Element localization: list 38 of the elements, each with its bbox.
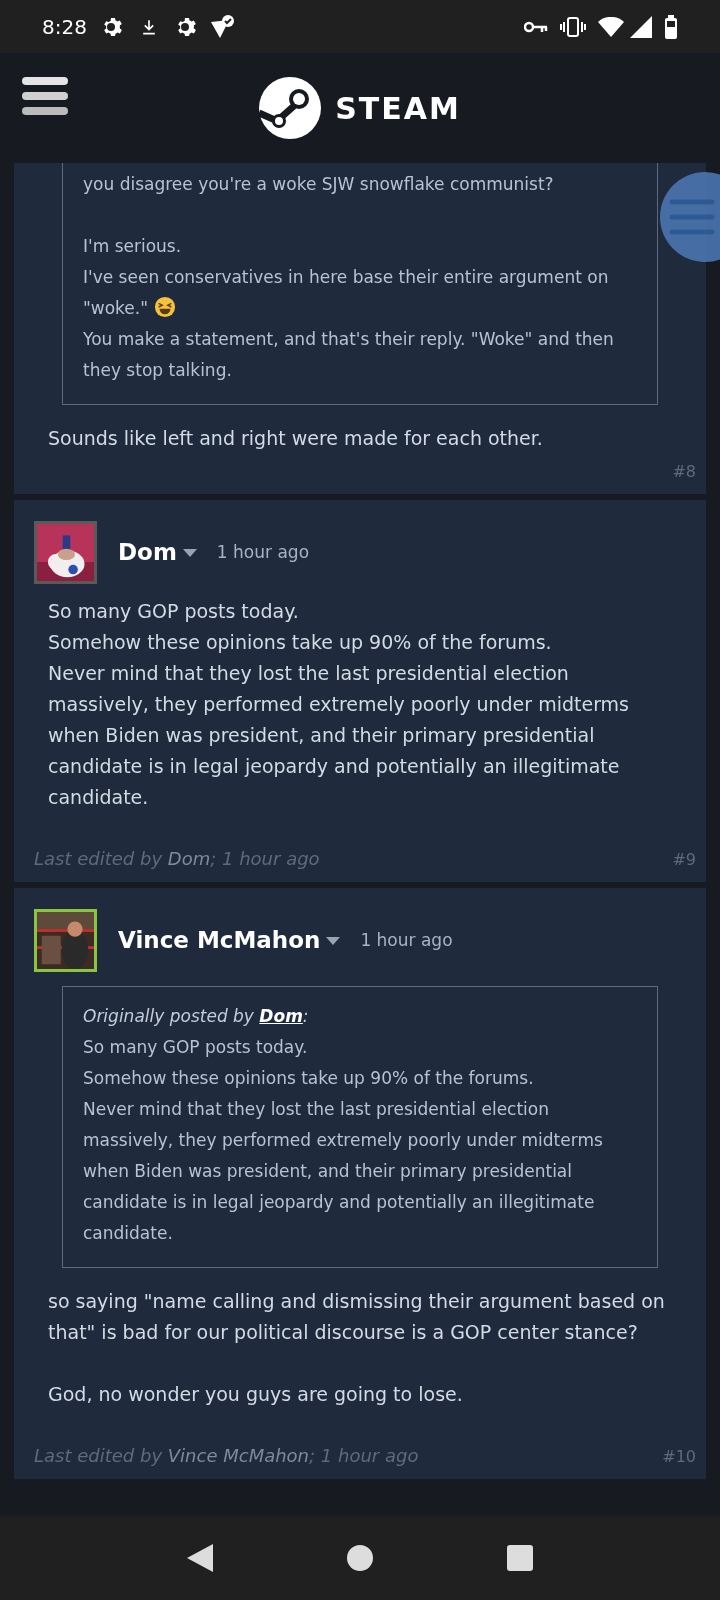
steam-icon <box>259 77 322 139</box>
quote-text: I've seen conservatives in here base their entire argument on "woke." <box>83 266 610 320</box>
edit-note: Last edited by Dom; 1 hour ago <box>34 847 320 871</box>
quote-text: I'm serious. <box>83 235 183 258</box>
quote-text: Never mind that they lost the last presidential election massively, they performed extremely poorly under midterms when Biden was president, and their primary presidential candidate is in legal jeopardy and potentially an illegitimate candidate. <box>83 1098 604 1245</box>
quote-text: you disagree you're a woke SJW snowflake communist? <box>83 173 555 196</box>
post-text: so saying "name calling and dismissing their argument based on that" is bad for our political discourse is a GOP center stance? <box>48 1289 666 1345</box>
author-name[interactable]: Dom <box>118 535 177 570</box>
signal-icon <box>630 15 652 38</box>
post-number[interactable]: #9 <box>672 848 696 872</box>
quote-text: You make a statement, and that's their reply. "Woke" and then they stop talking. <box>83 328 615 382</box>
back-icon[interactable] <box>187 1544 213 1572</box>
post-number[interactable]: #10 <box>662 1445 696 1469</box>
vibrate-icon <box>560 16 586 37</box>
post-text: Never mind that they lost the last presidential election massively, they performed extremely poorly under midterms when Biden was president, and their primary presidential candidate is in legal jeopardy and potentially an illegitimate candidate. <box>48 661 630 810</box>
wifi-icon <box>598 16 624 37</box>
author-name[interactable]: Vince McMahon <box>118 923 321 958</box>
post-text: God, no wonder you guys are going to lose. <box>48 1382 464 1407</box>
home-icon[interactable] <box>347 1545 373 1571</box>
edit-note: Last edited by Vince McMahon; 1 hour ago <box>34 1444 419 1468</box>
logo-text: STEAM <box>335 89 461 128</box>
post-number[interactable]: #8 <box>672 460 696 484</box>
floating-menu-button[interactable] <box>660 172 720 262</box>
quote-text: So many GOP posts today. <box>83 1036 309 1059</box>
laughing-emoji-icon <box>154 296 177 318</box>
quote-text: Somehow these opinions take up 90% of the forums. <box>83 1067 535 1090</box>
dropdown-caret-icon[interactable] <box>182 548 197 557</box>
post-time: 1 hour ago <box>216 540 310 564</box>
post-text: Sounds like left and right were made for each other. <box>48 426 544 451</box>
status-time: 8:28 <box>42 13 87 41</box>
post-text: Somehow these opinions take up 90% of the forums. <box>48 630 553 655</box>
key-icon <box>524 19 548 34</box>
quote-attribution: Originally posted by Dom: <box>83 1005 310 1028</box>
menu-icon[interactable] <box>22 77 68 115</box>
battery-icon <box>664 14 678 39</box>
post-text: So many GOP posts today. <box>48 599 300 624</box>
dropdown-caret-icon[interactable] <box>326 936 341 945</box>
post-time: 1 hour ago <box>360 928 453 952</box>
